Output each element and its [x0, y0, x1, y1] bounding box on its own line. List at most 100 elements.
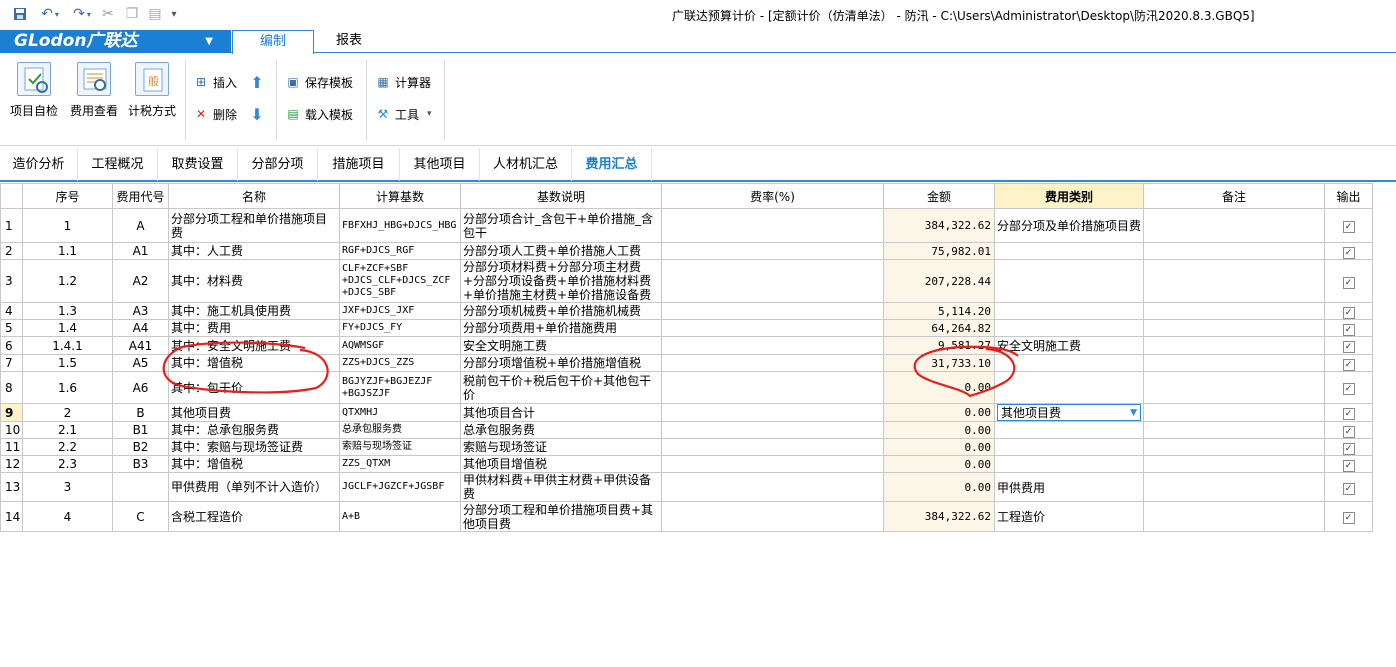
cell-rate[interactable] [661, 438, 884, 456]
cell-base[interactable]: FY+DJCS_FY [339, 319, 461, 337]
insert-button[interactable]: ⊞ 插入 [194, 72, 237, 92]
table-row[interactable]: 14 4 C 含税工程造价 A+B 分部分项工程和单价措施项目费+其他项目费 384,322… [0, 501, 1373, 532]
cell-note[interactable] [1143, 259, 1325, 303]
output-checkbox[interactable]: ✓ [1342, 425, 1355, 438]
cell-category[interactable]: 安全文明施工费 [994, 336, 1144, 355]
cell-base[interactable]: FBFXHJ_HBG+DJCS_HBG [339, 208, 461, 243]
cell-desc[interactable]: 分部分项工程和单价措施项目费+其他项目费 [460, 501, 662, 532]
row-number[interactable]: 13 [0, 472, 23, 502]
table-row[interactable]: 3 1.2 A2 其中：材料费 CLF+ZCF+SBF +DJCS_CLF+DJCS_Z… [0, 259, 1373, 303]
cell-base[interactable]: 索赔与现场签证 [339, 438, 461, 456]
cell-amount[interactable]: 0.00 [883, 403, 995, 422]
cell-desc[interactable]: 其他项目合计 [460, 403, 662, 422]
column-header[interactable]: 序号 [22, 183, 113, 209]
cell-seq[interactable]: 2.2 [22, 438, 113, 456]
column-header[interactable]: 名称 [168, 183, 340, 209]
table-row[interactable]: 7 1.5 A5 其中：增值税 ZZS+DJCS_ZZS 分部分项增值税+单价措施增值税 3… [0, 354, 1373, 372]
cell-note[interactable] [1143, 208, 1325, 243]
cell-name[interactable]: 其中：安全文明施工费 [168, 336, 340, 355]
cell-amount[interactable]: 384,322.62 [883, 208, 995, 243]
cell-category[interactable]: 甲供费用 [994, 472, 1144, 502]
calculator-button[interactable]: ▦ 计算器 [376, 72, 431, 92]
cell-seq[interactable]: 1.4.1 [22, 336, 113, 355]
cell-amount[interactable]: 0.00 [883, 472, 995, 502]
cell-rate[interactable] [661, 336, 884, 355]
cell-desc[interactable]: 分部分项合计_含包干+单价措施_含包干 [460, 208, 662, 243]
cell-code[interactable]: A1 [112, 242, 169, 260]
cell-category[interactable] [994, 242, 1144, 260]
undo-icon[interactable]: ↶ ▾ [36, 4, 64, 24]
cell-note[interactable] [1143, 371, 1325, 404]
cell-desc[interactable]: 分部分项费用+单价措施费用 [460, 319, 662, 337]
cell-rate[interactable] [661, 319, 884, 337]
cell-amount[interactable]: 0.00 [883, 438, 995, 456]
column-header[interactable]: 费用代号 [112, 183, 169, 209]
column-header[interactable]: 金额 [883, 183, 995, 209]
ribbon-tab-report[interactable]: 报表 [314, 30, 384, 53]
cell-seq[interactable]: 1.1 [22, 242, 113, 260]
category-dropdown[interactable]: 其他项目费 ▼ [997, 404, 1141, 421]
cell-rate[interactable] [661, 242, 884, 260]
cell-seq[interactable]: 1.6 [22, 371, 113, 404]
cell-code[interactable]: A [112, 208, 169, 243]
table-row[interactable]: 13 3 甲供费用（单列不计入造价） JGCLF+JGZCF+JGSBF 甲供材料费+甲… [0, 472, 1373, 502]
row-number[interactable]: 8 [0, 371, 23, 404]
cell-seq[interactable]: 4 [22, 501, 113, 532]
paste-icon[interactable]: ▤ [146, 4, 164, 24]
cell-category[interactable] [994, 259, 1144, 303]
output-checkbox[interactable]: ✓ [1342, 459, 1355, 472]
table-row[interactable]: 6 1.4.1 A41 其中：安全文明施工费 AQWMSGF 安全文明施工费 9,581.2… [0, 336, 1373, 355]
table-row[interactable]: 8 1.6 A6 其中：包干价 BGJYZJF+BGJEZJF +BGJSZJF 税前包干… [0, 371, 1373, 404]
cell-amount[interactable]: 384,322.62 [883, 501, 995, 532]
ribbon-tab-edit[interactable]: 编制 [232, 30, 314, 54]
cell-seq[interactable]: 1.5 [22, 354, 113, 372]
row-number[interactable]: 4 [0, 302, 23, 320]
cut-icon[interactable]: ✂ [100, 4, 116, 24]
cell-rate[interactable] [661, 354, 884, 372]
cell-category[interactable] [994, 319, 1144, 337]
cell-code[interactable] [112, 472, 169, 502]
cell-desc[interactable]: 分部分项材料费+分部分项主材费+分部分项设备费+单价措施材料费+单价措施主材费+… [460, 259, 662, 303]
output-checkbox[interactable]: ✓ [1342, 323, 1355, 336]
cell-amount[interactable]: 64,264.82 [883, 319, 995, 337]
column-header[interactable]: 备注 [1143, 183, 1325, 209]
row-number[interactable]: 7 [0, 354, 23, 372]
cell-seq[interactable]: 3 [22, 472, 113, 502]
output-checkbox[interactable]: ✓ [1342, 221, 1355, 233]
cell-note[interactable] [1143, 242, 1325, 260]
cell-rate[interactable] [661, 455, 884, 473]
cell-category[interactable]: 其他项目费 ▼ [994, 403, 1144, 422]
cell-name[interactable]: 其中：总承包服务费 [168, 421, 340, 439]
cell-name[interactable]: 其中：材料费 [168, 259, 340, 303]
cell-name[interactable]: 其中：增值税 [168, 455, 340, 473]
output-checkbox[interactable]: ✓ [1342, 442, 1355, 455]
customize-quick-access-icon[interactable]: ▾ [168, 4, 180, 24]
save-template-button[interactable]: ▣ 保存模板 [286, 72, 353, 92]
cell-code[interactable]: B2 [112, 438, 169, 456]
tab-cost-analysis[interactable]: 造价分析 [0, 148, 78, 181]
table-row[interactable]: 9 2 B 其他项目费 QTXMHJ 其他项目合计 0.00 其他项目费 ▼ ✓ [0, 403, 1373, 422]
fee-view-button[interactable]: 费用查看 [66, 62, 122, 124]
cell-rate[interactable] [661, 259, 884, 303]
cell-seq[interactable]: 1.2 [22, 259, 113, 303]
cell-base[interactable]: 总承包服务费 [339, 421, 461, 439]
cell-desc[interactable]: 其他项目增值税 [460, 455, 662, 473]
tab-other-items[interactable]: 其他项目 [400, 148, 480, 181]
cell-desc[interactable]: 分部分项机械费+单价措施机械费 [460, 302, 662, 320]
row-number[interactable]: 11 [0, 438, 23, 456]
cell-note[interactable] [1143, 354, 1325, 372]
app-menu-button[interactable]: GLodon广联达 ▼ [0, 30, 231, 53]
cell-base[interactable]: CLF+ZCF+SBF +DJCS_CLF+DJCS_ZCF +DJCS_SBF [339, 259, 461, 303]
table-row[interactable]: 12 2.3 B3 其中：增值税 ZZS_QTXM 其他项目增值税 0.00 ✓ [0, 455, 1373, 473]
cell-code[interactable]: A41 [112, 336, 169, 355]
cell-amount[interactable]: 5,114.20 [883, 302, 995, 320]
cell-category[interactable] [994, 421, 1144, 439]
cell-name[interactable]: 其中：施工机具使用费 [168, 302, 340, 320]
cell-category[interactable] [994, 455, 1144, 473]
cell-category[interactable] [994, 371, 1144, 404]
cell-amount[interactable]: 31,733.10 [883, 354, 995, 372]
cell-seq[interactable]: 2 [22, 403, 113, 422]
cell-category[interactable] [994, 354, 1144, 372]
cell-seq[interactable]: 2.3 [22, 455, 113, 473]
cell-rate[interactable] [661, 421, 884, 439]
